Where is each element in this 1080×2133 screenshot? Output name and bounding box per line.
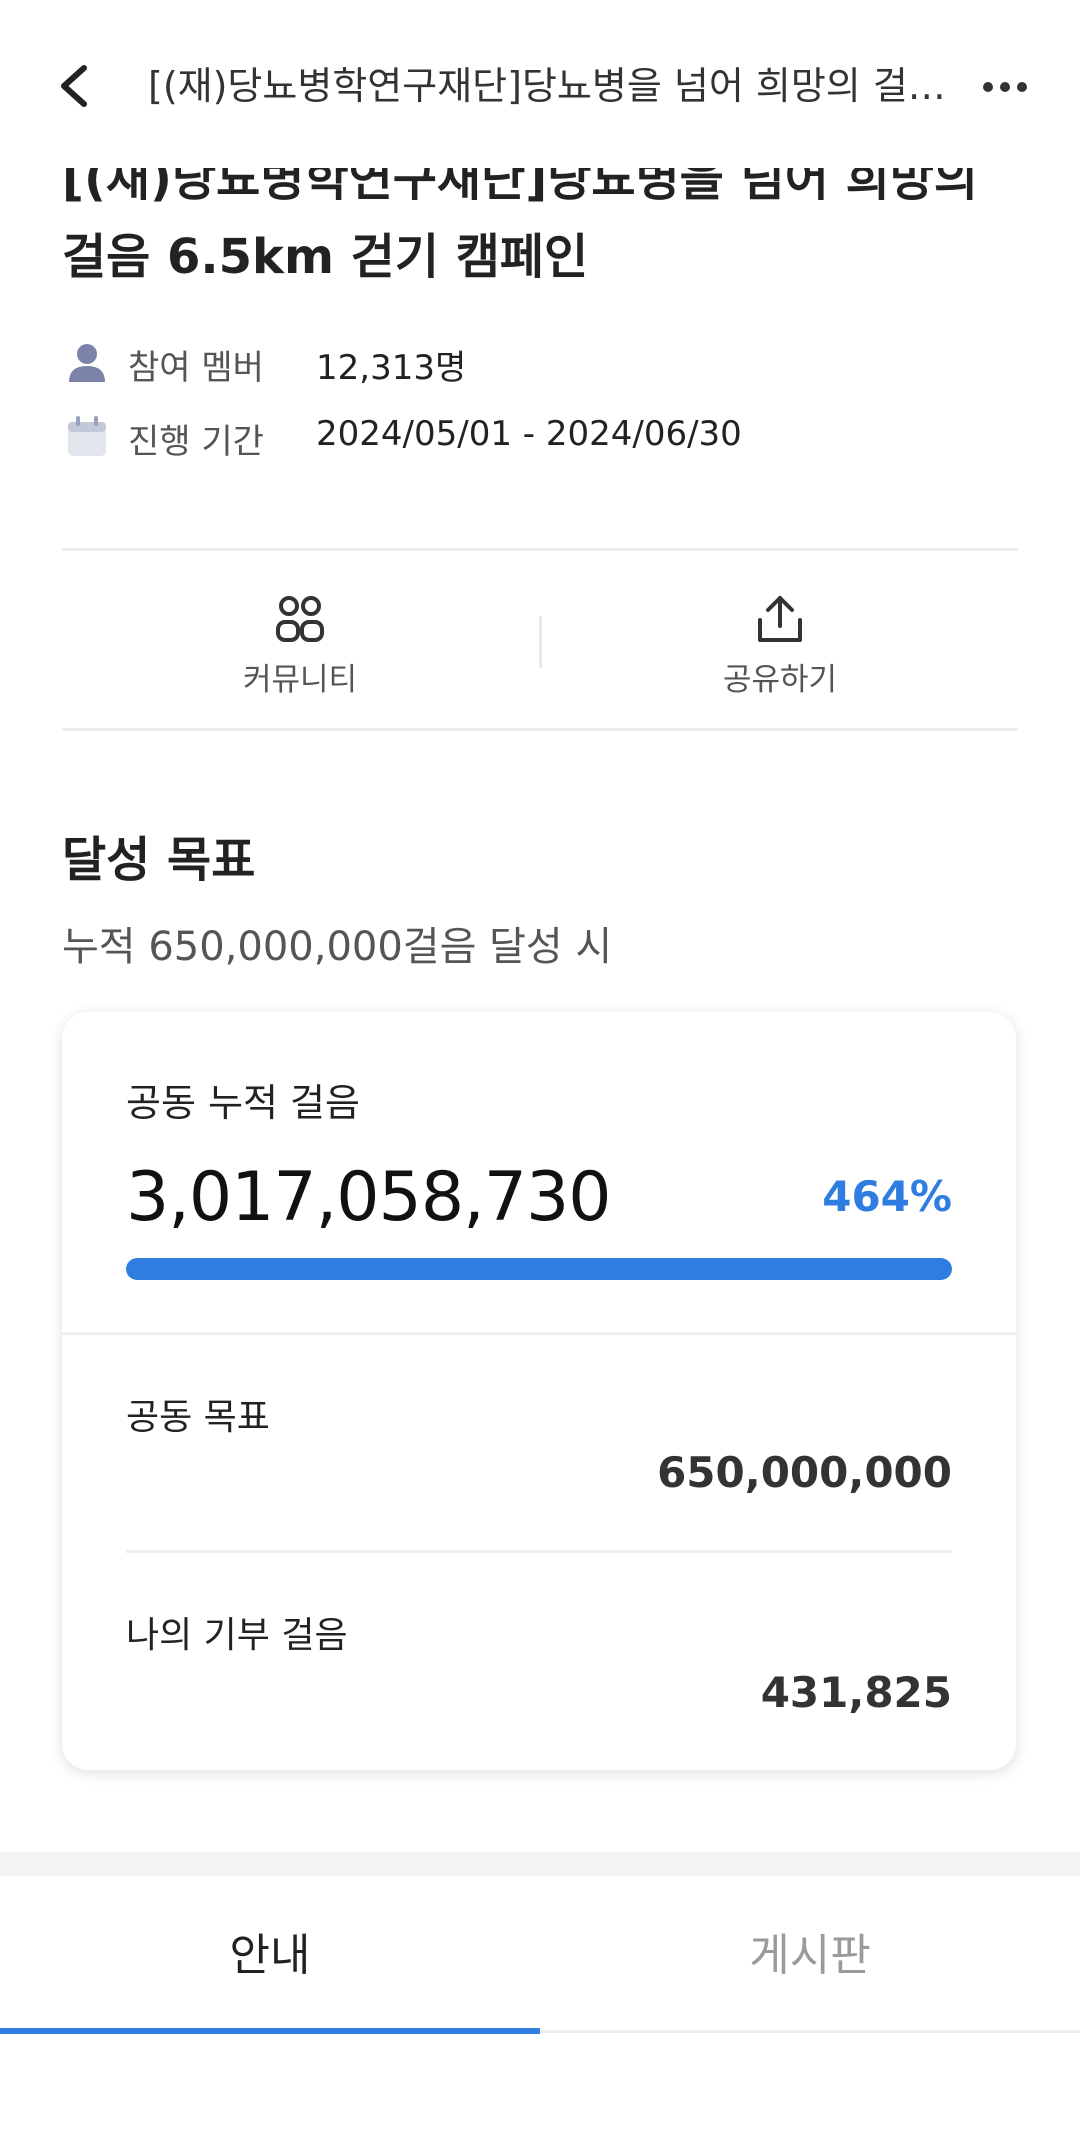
tab-info[interactable]: 안내 <box>0 1876 540 2036</box>
members-label: 참여 멤버 <box>128 348 264 388</box>
progress-percent: 464% <box>822 1172 952 1221</box>
period-value: 2024/05/01 - 2024/06/30 <box>316 414 742 454</box>
goal-card: 공동 누적 걸음 3,017,058,730 464% 공동 목표 650,00… <box>62 1012 1016 1770</box>
calendar-icon <box>66 416 108 458</box>
section-gap <box>0 1852 1080 1876</box>
people-icon <box>274 594 326 646</box>
my-steps-label: 나의 기부 걸음 <box>126 1615 348 1656</box>
progress-bar <box>126 1258 952 1280</box>
progress-bar-fill <box>126 1258 952 1280</box>
goal-subtitle: 누적 650,000,000걸음 달성 시 <box>62 924 613 970</box>
target-label: 공동 목표 <box>126 1397 270 1438</box>
divider <box>62 548 1018 551</box>
tab-board[interactable]: 게시판 <box>540 1876 1080 2036</box>
share-button[interactable]: 공유하기 <box>510 560 1050 736</box>
period-label: 진행 기간 <box>128 422 264 462</box>
total-steps-label: 공동 누적 걸음 <box>126 1081 360 1125</box>
card-divider <box>126 1550 952 1553</box>
total-steps-value: 3,017,058,730 <box>126 1158 611 1237</box>
community-label: 커뮤니티 <box>242 662 358 698</box>
person-icon <box>66 342 108 384</box>
target-value: 650,000,000 <box>657 1448 952 1497</box>
app-bar: [(재)당뇨병학연구재단]당뇨병을 넘어 희망의 걸음 6.5km 걷기 캠페인 <box>0 0 1080 168</box>
share-icon <box>754 594 806 646</box>
my-steps-value: 431,825 <box>760 1668 952 1717</box>
divider <box>62 728 1018 731</box>
more-icon[interactable] <box>980 70 1030 104</box>
members-value: 12,313명 <box>316 348 467 388</box>
goal-section-title: 달성 목표 <box>62 832 256 888</box>
card-divider <box>62 1332 1016 1335</box>
page-title: [(재)당뇨병학연구재단]당뇨병을 넘어 희망의 걸음 6.5km 걷기 캠페인 <box>148 64 948 108</box>
share-label: 공유하기 <box>722 662 838 698</box>
tab-baseline <box>540 2030 1080 2033</box>
community-button[interactable]: 커뮤니티 <box>30 560 570 736</box>
back-icon[interactable] <box>50 58 102 114</box>
tab-active-indicator <box>0 2028 540 2034</box>
